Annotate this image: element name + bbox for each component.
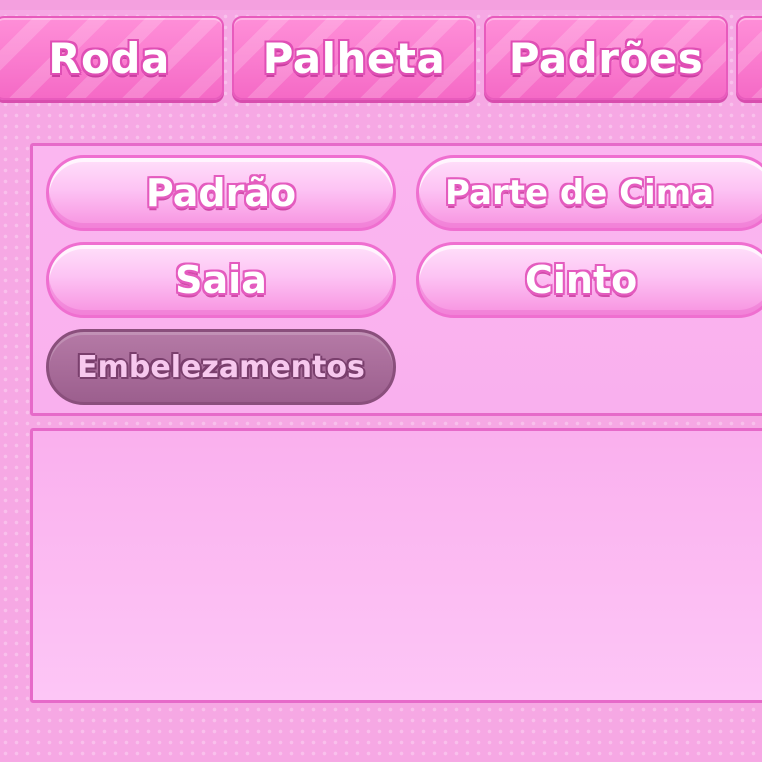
category-button-label: Saia [175, 258, 267, 302]
category-button-saia[interactable]: Saia [46, 242, 396, 318]
category-button-label: Parte de Cima [445, 173, 715, 213]
tab-palheta[interactable]: Palheta [232, 16, 476, 100]
category-button-parte-de-cima[interactable]: Parte de Cima [416, 155, 762, 231]
category-button-label: Padrão [145, 171, 297, 215]
top-edge [0, 0, 762, 10]
category-button-label: Embelezamentos [77, 349, 365, 385]
tab-label: Palheta [262, 33, 446, 83]
tab-partial-offscreen[interactable] [736, 16, 762, 100]
category-button-padrao[interactable]: Padrão [46, 155, 396, 231]
items-panel [30, 428, 762, 703]
tab-padroes[interactable]: Padrões [484, 16, 728, 100]
category-button-label: Cinto [525, 258, 638, 302]
tab-roda[interactable]: Roda [0, 16, 224, 100]
tab-label: Padrões [508, 33, 704, 83]
tab-label: Roda [48, 33, 170, 83]
category-button-embelezamentos[interactable]: Embelezamentos [46, 329, 396, 405]
category-button-cinto[interactable]: Cinto [416, 242, 762, 318]
